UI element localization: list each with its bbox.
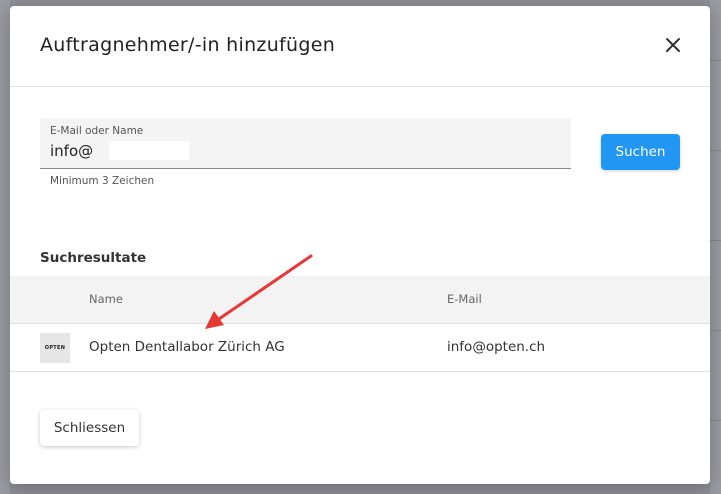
dialog-title: Auftragnehmer/-in hinzufügen: [40, 34, 336, 56]
column-header-email[interactable]: E-Mail: [447, 292, 482, 306]
add-contractor-dialog: Auftragnehmer/-in hinzufügen E-Mail oder…: [10, 6, 710, 484]
company-logo: OPTEN: [40, 333, 70, 363]
results-heading: Suchresultate: [40, 250, 147, 266]
company-logo-text: OPTEN: [44, 345, 66, 351]
search-button[interactable]: Suchen: [601, 134, 680, 170]
search-input-label: E-Mail oder Name: [50, 125, 144, 137]
column-header-name[interactable]: Name: [89, 292, 123, 306]
search-input[interactable]: E-Mail oder Name info@: [40, 118, 571, 169]
dialog-header: Auftragnehmer/-in hinzufügen: [10, 6, 710, 87]
close-icon[interactable]: [662, 34, 684, 56]
backdrop-right: [710, 0, 721, 494]
results-table-header: Name E-Mail: [10, 276, 710, 324]
redaction-box: [109, 141, 189, 160]
result-email: info@opten.ch: [447, 339, 546, 355]
backdrop-left: [0, 0, 10, 494]
table-row[interactable]: OPTEN Opten Dentallabor Zürich AG info@o…: [10, 324, 710, 372]
search-input-value[interactable]: info@: [50, 142, 93, 160]
result-name: Opten Dentallabor Zürich AG: [89, 339, 285, 355]
search-hint: Minimum 3 Zeichen: [50, 175, 155, 187]
close-button[interactable]: Schliessen: [40, 410, 139, 446]
